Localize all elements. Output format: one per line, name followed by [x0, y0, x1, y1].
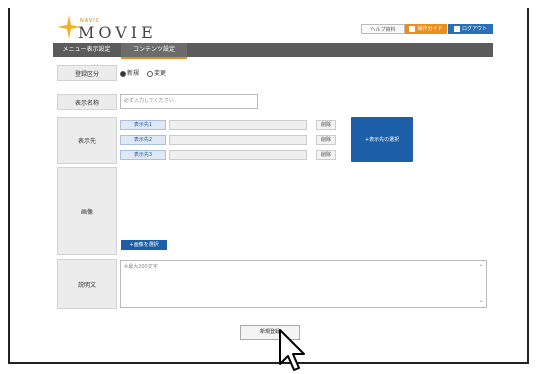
- destination-2-field: [169, 135, 307, 145]
- logout-label: ログアウト: [461, 26, 487, 32]
- destination-1-button[interactable]: 表示先1: [120, 120, 166, 130]
- app-logo: NAVIC MOVIE: [56, 14, 153, 42]
- guide-button[interactable]: 操作ガイド: [405, 24, 447, 34]
- radio-change-dot: [146, 70, 153, 77]
- scroll-down-icon[interactable]: ⌄: [478, 298, 484, 304]
- destination-1-delete-button[interactable]: 削除: [316, 120, 336, 130]
- mouse-cursor-icon: [279, 329, 305, 371]
- radio-new-label: 新規: [127, 70, 140, 77]
- destination-1-field: [169, 120, 307, 130]
- scroll-up-icon[interactable]: ⌃: [478, 265, 484, 271]
- tab-menu-display-settings[interactable]: メニュー表示設定: [53, 43, 120, 57]
- destination-label: 表示先: [57, 117, 117, 164]
- destination-3-delete-button[interactable]: 削除: [316, 150, 336, 160]
- select-destination-button[interactable]: +表示先の選択: [351, 117, 413, 162]
- radio-new-dot: [120, 70, 126, 77]
- radio-change[interactable]: 変更: [146, 70, 166, 77]
- select-image-button[interactable]: +画像を選択: [121, 240, 167, 250]
- logout-button[interactable]: ログアウト: [448, 24, 493, 34]
- destination-3-field: [169, 150, 307, 160]
- logout-icon: [453, 25, 460, 32]
- description-textarea[interactable]: ※最大200文字: [120, 260, 487, 308]
- tab-content-settings[interactable]: コンテンツ設定: [121, 43, 187, 59]
- radio-new[interactable]: 新規: [120, 70, 139, 77]
- logo-text: MOVIE: [78, 23, 157, 42]
- display-name-input[interactable]: 必ず入力してください: [120, 94, 258, 109]
- display-name-label: 表示名称: [57, 94, 117, 110]
- registration-type-radios: 新規 変更: [120, 69, 172, 79]
- destination-2-button[interactable]: 表示先2: [120, 135, 166, 145]
- help-docs-button[interactable]: ヘルプ資料: [361, 24, 405, 34]
- radio-change-label: 変更: [153, 70, 166, 77]
- guide-icon: [409, 25, 416, 32]
- image-label: 画像: [57, 167, 117, 255]
- destination-2-delete-button[interactable]: 削除: [316, 135, 336, 145]
- description-label: 説明文: [57, 259, 117, 309]
- destination-3-button[interactable]: 表示先3: [120, 150, 166, 160]
- guide-label: 操作ガイド: [417, 26, 443, 32]
- registration-type-label: 登録区分: [57, 65, 117, 81]
